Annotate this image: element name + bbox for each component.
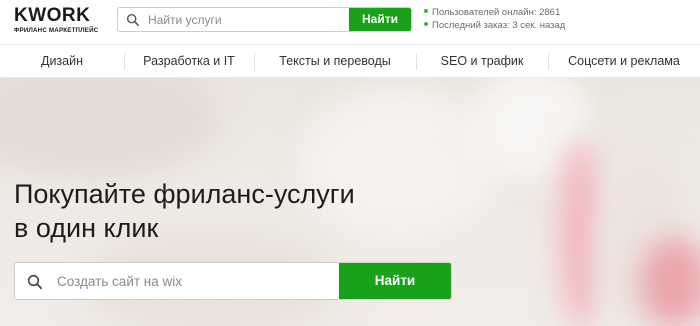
search-icon: [126, 13, 140, 27]
logo[interactable]: KWORK ФРИЛАНС МАРКЕТПЛЕЙС: [14, 6, 114, 36]
online-dot-icon: [424, 9, 428, 14]
hero-background-shape: [640, 238, 700, 326]
nav-item-texts[interactable]: Тексты и переводы: [254, 45, 416, 77]
header-search-button[interactable]: Найти: [349, 8, 411, 31]
nav-item-development[interactable]: Разработка и IT: [124, 45, 254, 77]
hero-background-shape: [560, 138, 600, 326]
nav-item-design[interactable]: Дизайн: [0, 45, 124, 77]
stat-users-online: Пользователей онлайн: 2861: [424, 7, 565, 20]
nav-item-seo[interactable]: SEO и трафик: [416, 45, 548, 77]
hero-title-line-1: Покупайте фриланс-услуги: [14, 179, 355, 209]
nav-item-social[interactable]: Соцсети и реклама: [548, 45, 700, 77]
hero-title-line-2: в один клик: [14, 213, 159, 243]
header-search-input[interactable]: Найти услуги: [148, 13, 222, 27]
hero-search-button[interactable]: Найти: [339, 263, 451, 299]
hero-banner: Покупайте фриланс-услуги в один клик Соз…: [0, 78, 700, 326]
online-dot-icon: [424, 21, 428, 26]
hero-search-bar[interactable]: Создать сайт на wix Найти: [14, 262, 452, 300]
hero-search-input[interactable]: Создать сайт на wix: [57, 274, 182, 289]
hero-title: Покупайте фриланс-услуги в один клик: [14, 177, 355, 245]
hero-background-shape: [0, 78, 220, 178]
site-stats: Пользователей онлайн: 2861 Последний зак…: [424, 7, 565, 32]
stat-users-online-text: Пользователей онлайн: 2861: [432, 7, 561, 18]
category-nav: Дизайн Разработка и IT Тексты и переводы…: [0, 44, 700, 78]
site-header: KWORK ФРИЛАНС МАРКЕТПЛЕЙС Найти услуги Н…: [0, 0, 700, 44]
stat-last-order-text: Последний заказ: 3 сек. назад: [432, 19, 566, 31]
logo-subtitle: ФРИЛАНС МАРКЕТПЛЕЙС: [14, 27, 99, 34]
search-icon: [27, 274, 43, 290]
logo-text: KWORK: [14, 5, 91, 26]
header-search-bar[interactable]: Найти услуги Найти: [117, 7, 412, 32]
stat-last-order: Последний заказ: 3 сек. назад: [424, 20, 565, 33]
